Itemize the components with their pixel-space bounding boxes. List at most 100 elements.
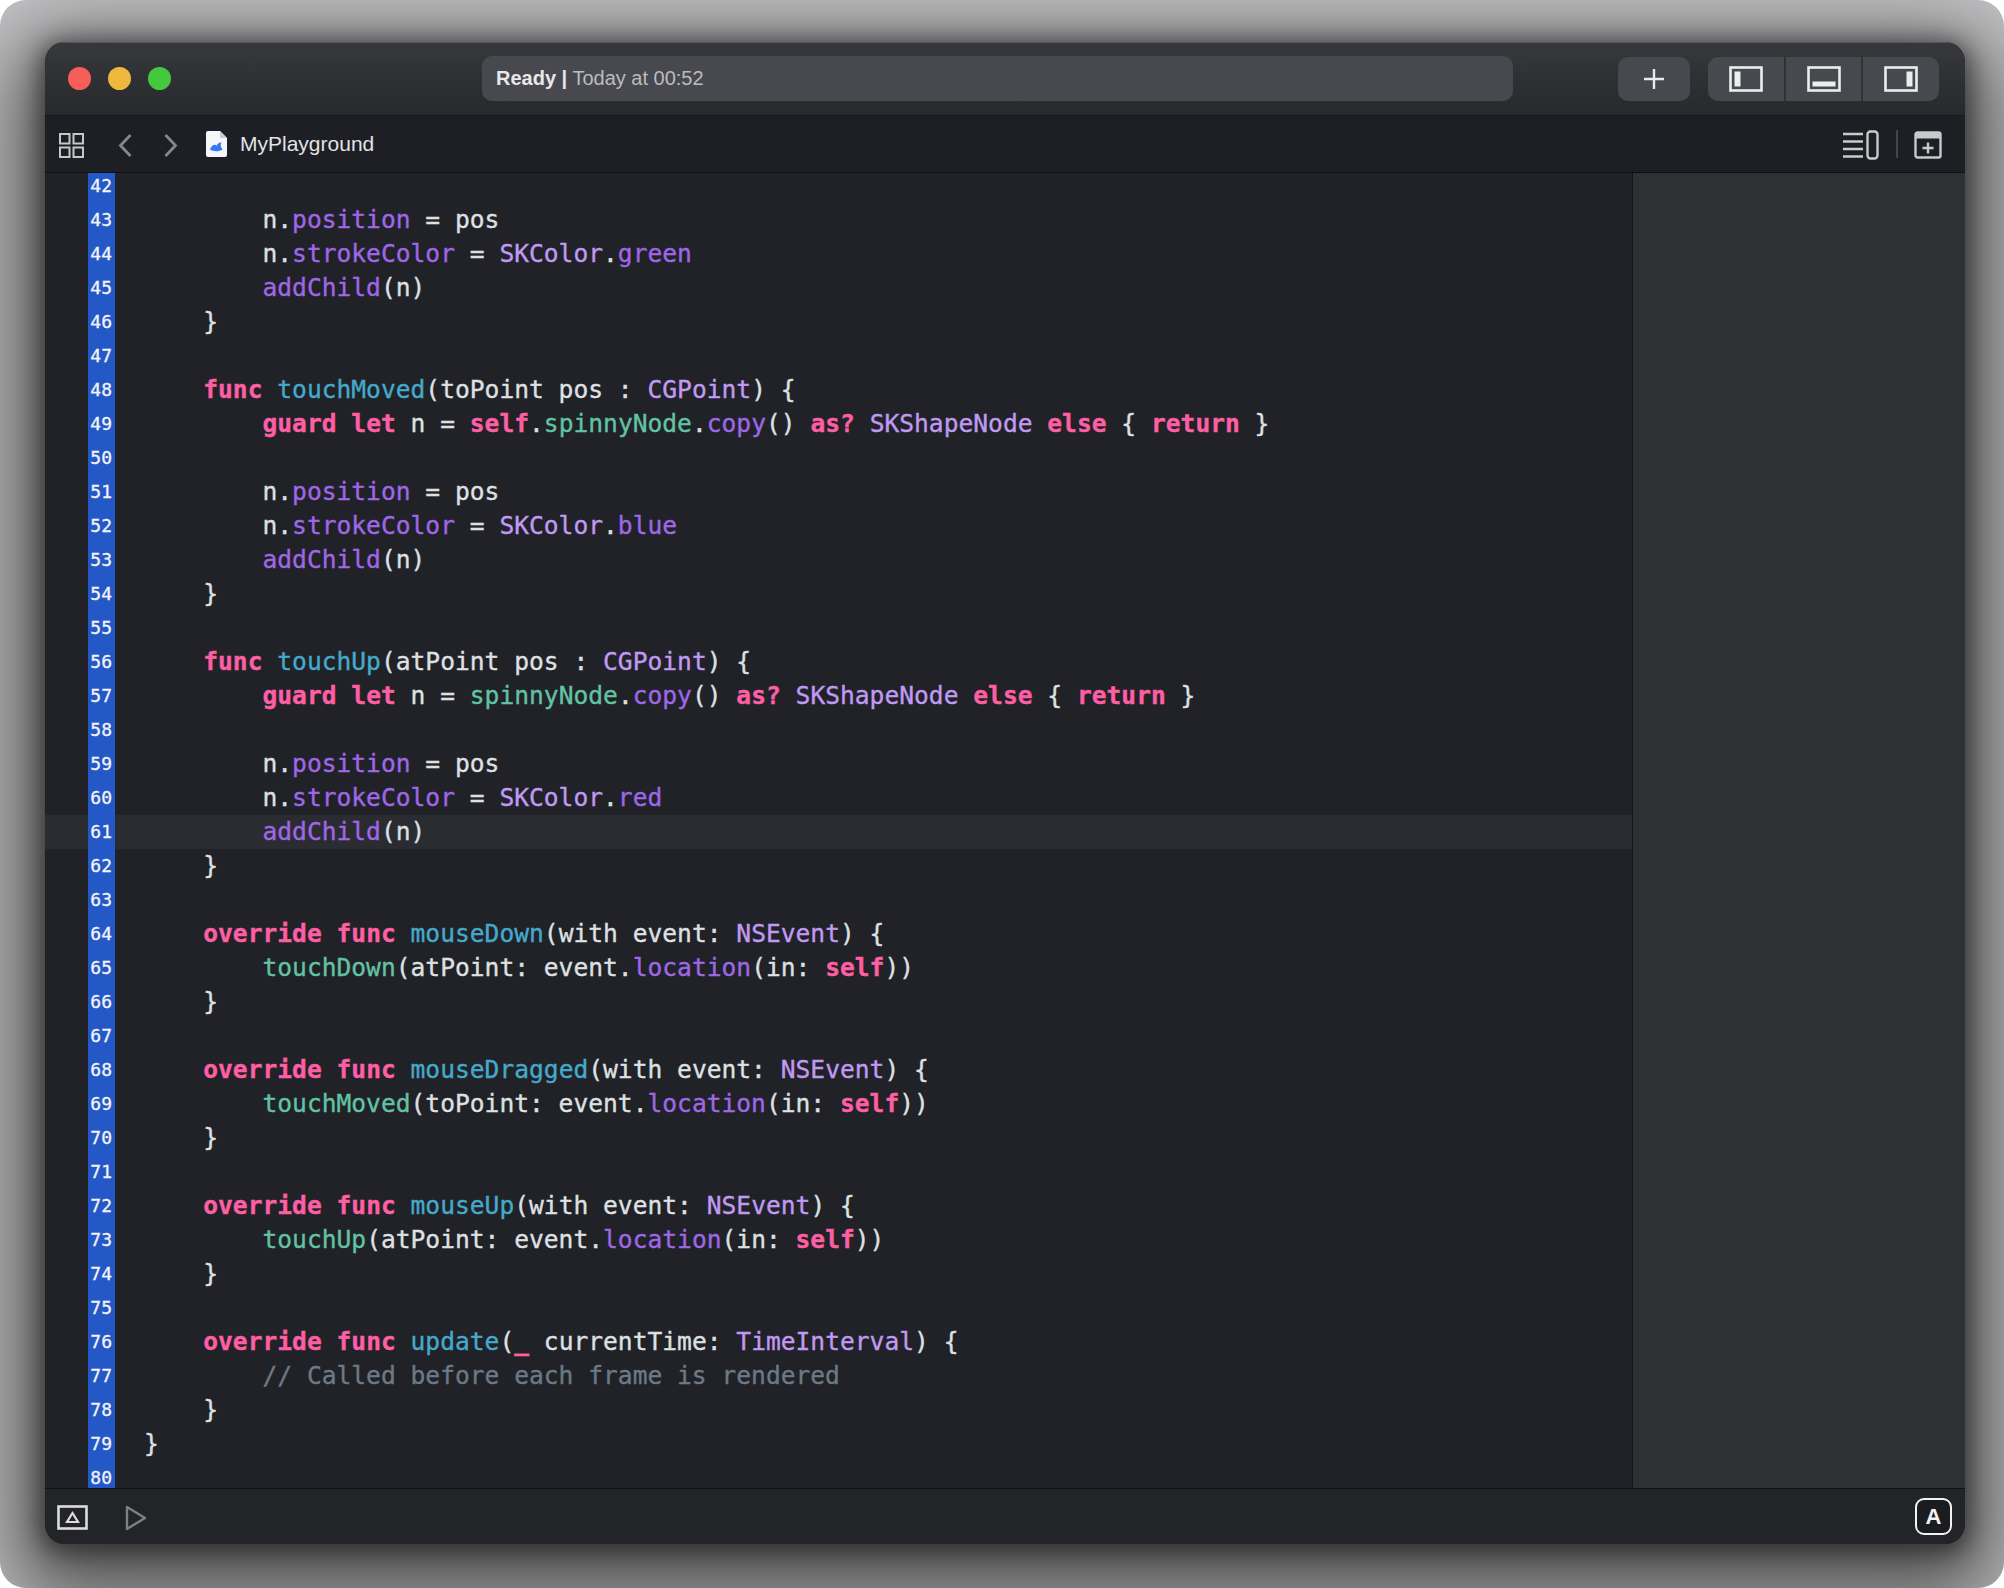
editor-options-button[interactable] (1839, 129, 1881, 161)
code-line[interactable]: 80 (45, 1461, 1632, 1488)
line-number: 64 (88, 917, 115, 951)
code-line[interactable]: 58 (45, 713, 1632, 747)
code-line[interactable]: 54 } (45, 577, 1632, 611)
code-line[interactable]: 53 addChild(n) (45, 543, 1632, 577)
code-line[interactable]: 74 } (45, 1257, 1632, 1291)
code-line[interactable]: 52 n.strokeColor = SKColor.blue (45, 509, 1632, 543)
code-line[interactable]: 44 n.strokeColor = SKColor.green (45, 237, 1632, 271)
line-number: 59 (88, 747, 115, 781)
code-line[interactable]: 75 (45, 1291, 1632, 1325)
line-number: 62 (88, 849, 115, 883)
window-titlebar: Ready | Today at 00:52 (45, 42, 1965, 116)
line-number: 72 (88, 1189, 115, 1223)
results-strip-icon (57, 1505, 88, 1530)
code-text: n.position = pos (115, 747, 1632, 781)
code-line[interactable]: 61 addChild(n) (45, 815, 1632, 849)
code-line[interactable]: 59 n.position = pos (45, 747, 1632, 781)
code-text: guard let n = spinnyNode.copy() as? SKSh… (115, 679, 1632, 713)
panel-toggle-group (1708, 57, 1939, 101)
code-line[interactable]: 79} (45, 1427, 1632, 1461)
code-line[interactable]: 60 n.strokeColor = SKColor.red (45, 781, 1632, 815)
code-line[interactable]: 51 n.position = pos (45, 475, 1632, 509)
code-line[interactable]: 62 } (45, 849, 1632, 883)
code-text (115, 713, 1632, 747)
code-line[interactable]: 69 touchMoved(toPoint: event.location(in… (45, 1087, 1632, 1121)
line-number: 60 (88, 781, 115, 815)
code-text: } (115, 849, 1632, 883)
code-line[interactable]: 56 func touchUp(atPoint pos : CGPoint) { (45, 645, 1632, 679)
toggle-debug-area-button[interactable] (1784, 57, 1862, 101)
code-line[interactable]: 71 (45, 1155, 1632, 1189)
run-playground-button[interactable] (123, 1503, 149, 1533)
debug-bar: A (45, 1488, 1965, 1544)
chevron-left-icon (118, 133, 133, 158)
line-number: 46 (88, 305, 115, 339)
code-line[interactable]: 50 (45, 441, 1632, 475)
inline-results-mode-button[interactable]: A (1915, 1498, 1952, 1535)
toggle-debug-strip-button[interactable] (57, 1505, 88, 1530)
jump-bar-file-name[interactable]: MyPlayground (240, 116, 374, 172)
line-number: 71 (88, 1155, 115, 1189)
toggle-navigator-button[interactable] (1708, 57, 1784, 101)
line-number: 43 (88, 203, 115, 237)
code-line[interactable]: 47 (45, 339, 1632, 373)
go-back-button[interactable] (113, 131, 137, 159)
code-text: override func mouseUp(with event: NSEven… (115, 1189, 1632, 1223)
jump-bar: MyPlayground (45, 116, 1965, 173)
go-forward-button[interactable] (158, 131, 182, 159)
code-text: addChild(n) (115, 271, 1632, 305)
traffic-lights (68, 67, 171, 90)
code-text: touchMoved(toPoint: event.location(in: s… (115, 1087, 1632, 1121)
code-line[interactable]: 66 } (45, 985, 1632, 1019)
code-text: addChild(n) (115, 543, 1632, 577)
code-line[interactable]: 46 } (45, 305, 1632, 339)
code-text: } (115, 577, 1632, 611)
line-number: 55 (88, 611, 115, 645)
code-text (115, 1155, 1632, 1189)
line-number: 61 (88, 815, 115, 849)
source-editor[interactable]: 4243 n.position = pos44 n.strokeColor = … (45, 173, 1632, 1488)
code-line[interactable]: 45 addChild(n) (45, 271, 1632, 305)
code-line[interactable]: 78 } (45, 1393, 1632, 1427)
code-line[interactable]: 72 override func mouseUp(with event: NSE… (45, 1189, 1632, 1223)
toggle-inspector-button[interactable] (1861, 57, 1939, 101)
code-text: func touchUp(atPoint pos : CGPoint) { (115, 645, 1632, 679)
minimize-button[interactable] (108, 67, 131, 90)
close-button[interactable] (68, 67, 91, 90)
related-items-button[interactable] (58, 132, 84, 158)
code-line[interactable]: 57 guard let n = spinnyNode.copy() as? S… (45, 679, 1632, 713)
code-line[interactable]: 76 override func update(_ currentTime: T… (45, 1325, 1632, 1359)
code-text (115, 173, 1632, 203)
code-line[interactable]: 70 } (45, 1121, 1632, 1155)
code-line[interactable]: 49 guard let n = self.spinnyNode.copy() … (45, 407, 1632, 441)
line-number: 51 (88, 475, 115, 509)
code-line[interactable]: 63 (45, 883, 1632, 917)
code-line[interactable]: 55 (45, 611, 1632, 645)
code-text: n.strokeColor = SKColor.blue (115, 509, 1632, 543)
code-line[interactable]: 48 func touchMoved(toPoint pos : CGPoint… (45, 373, 1632, 407)
inspector-panel-icon (1884, 66, 1918, 92)
code-text: touchUp(atPoint: event.location(in: self… (115, 1223, 1632, 1257)
line-number: 52 (88, 509, 115, 543)
code-line[interactable]: 65 touchDown(atPoint: event.location(in:… (45, 951, 1632, 985)
code-line[interactable]: 67 (45, 1019, 1632, 1053)
plus-icon (1641, 66, 1667, 92)
code-line[interactable]: 64 override func mouseDown(with event: N… (45, 917, 1632, 951)
code-line[interactable]: 68 override func mouseDragged(with event… (45, 1053, 1632, 1087)
line-number: 49 (88, 407, 115, 441)
code-text (115, 1461, 1632, 1488)
status-primary: Ready | (496, 67, 567, 90)
status-secondary: Today at 00:52 (567, 67, 703, 90)
zoom-button[interactable] (148, 67, 171, 90)
code-text: } (115, 1257, 1632, 1291)
code-line[interactable]: 73 touchUp(atPoint: event.location(in: s… (45, 1223, 1632, 1257)
line-number: 70 (88, 1121, 115, 1155)
code-line[interactable]: 42 (45, 173, 1632, 203)
line-number: 67 (88, 1019, 115, 1053)
code-line[interactable]: 77 // Called before each frame is render… (45, 1359, 1632, 1393)
add-tab-button[interactable] (1618, 57, 1690, 101)
code-text (115, 611, 1632, 645)
add-editor-button[interactable] (1913, 130, 1943, 160)
code-line[interactable]: 43 n.position = pos (45, 203, 1632, 237)
line-number: 53 (88, 543, 115, 577)
